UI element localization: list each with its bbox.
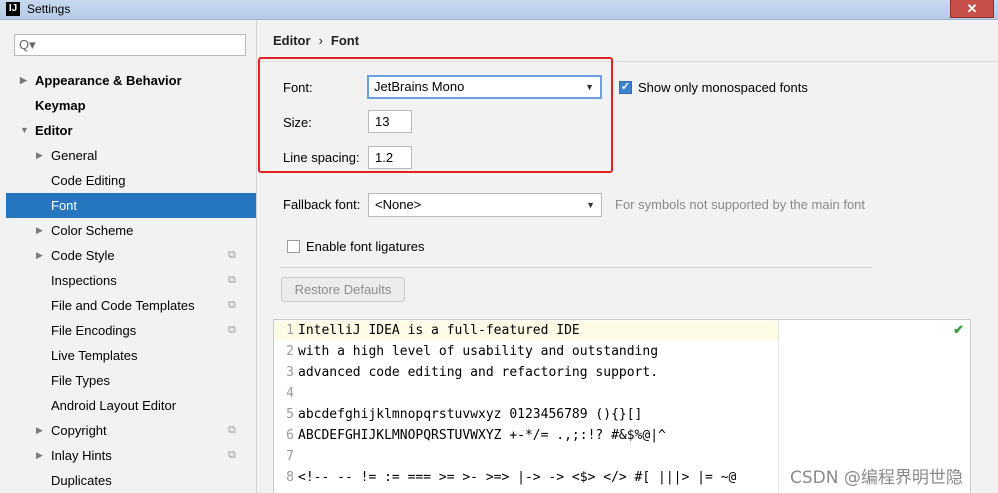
font-combobox-value: JetBrains Mono: [374, 79, 465, 94]
chevron-right-icon[interactable]: ▶: [36, 443, 43, 468]
window-titlebar: IJ Settings ✕: [0, 0, 998, 20]
chevron-right-icon[interactable]: ▶: [36, 418, 43, 443]
font-ligatures-checkbox[interactable]: [287, 240, 300, 253]
sidebar-item-label: File and Code Templates: [51, 298, 195, 313]
chevron-right-icon[interactable]: ▶: [36, 243, 43, 268]
line-number: 3: [286, 365, 294, 380]
settings-tree: ▶ Appearance & Behavior Keymap ▼ Editor ▶ Gene…: [6, 68, 256, 493]
fallback-font-value: <None>: [375, 197, 422, 212]
line-number: 8: [286, 470, 294, 485]
sidebar-item-file-encodings[interactable]: File Encodings ⧉: [6, 318, 256, 343]
preview-line-text: advanced code editing and refactoring su…: [298, 365, 659, 380]
sidebar-item-appearance-behavior[interactable]: ▶ Appearance & Behavior: [6, 68, 256, 93]
sidebar-item-font[interactable]: Font: [6, 193, 256, 218]
settings-search-box[interactable]: Q▾: [14, 34, 246, 56]
sidebar-item-label: Copyright: [51, 423, 107, 438]
section-divider: [280, 267, 872, 268]
sidebar-item-code-editing[interactable]: Code Editing: [6, 168, 256, 193]
sidebar-item-label: Android Layout Editor: [51, 398, 177, 413]
breadcrumb-current: Font: [330, 33, 360, 48]
sidebar-item-label: Live Templates: [51, 348, 138, 363]
sidebar-item-inspections[interactable]: Inspections ⧉: [6, 268, 256, 293]
line-number: 1: [286, 323, 294, 338]
sidebar-item-file-and-code-templates[interactable]: File and Code Templates ⧉: [6, 293, 256, 318]
sidebar-item-android-layout-editor[interactable]: Android Layout Editor: [6, 393, 256, 418]
breadcrumb-separator-icon: ›: [318, 33, 323, 48]
close-button[interactable]: ✕: [950, 0, 994, 18]
size-label: Size:: [283, 115, 312, 130]
size-input[interactable]: 13: [368, 110, 412, 133]
project-scope-icon: ⧉: [228, 274, 236, 286]
line-number: 5: [286, 407, 294, 422]
line-spacing-label: Line spacing:: [283, 150, 360, 165]
restore-defaults-button[interactable]: Restore Defaults: [281, 277, 405, 302]
font-combobox[interactable]: JetBrains Mono ▼: [367, 75, 602, 99]
preview-line-text: abcdefghijklmnopqrstuvwxyz 0123456789 ()…: [298, 407, 643, 422]
sidebar-item-label: Appearance & Behavior: [35, 73, 182, 88]
sidebar-item-label: Duplicates: [51, 473, 112, 488]
intellij-app-icon: IJ: [6, 2, 20, 16]
font-ligatures-label: Enable font ligatures: [306, 239, 425, 254]
sidebar-item-label: File Encodings: [51, 323, 137, 338]
checkmark-icon: ✔: [953, 322, 964, 337]
line-number: 2: [286, 344, 294, 359]
line-number: 7: [286, 449, 294, 464]
fallback-font-hint: For symbols not supported by the main fo…: [615, 197, 866, 212]
chevron-down-icon: ▼: [585, 82, 594, 92]
fallback-font-combobox[interactable]: <None> ▼: [368, 193, 602, 217]
sidebar-item-label: General: [51, 148, 98, 163]
sidebar-item-code-style[interactable]: ▶ Code Style ⧉: [6, 243, 256, 268]
window-title: Settings: [27, 2, 71, 16]
sidebar-item-label: Editor: [35, 123, 73, 138]
font-label: Font:: [283, 80, 313, 95]
csdn-watermark: CSDN @编程界明世隐: [790, 468, 963, 488]
project-scope-icon: ⧉: [228, 324, 236, 336]
sidebar-item-label: Code Style: [51, 248, 115, 263]
preview-line-text: ABCDEFGHIJKLMNOPQRSTUVWXYZ +-*/= .,;:!? …: [298, 428, 666, 443]
sidebar-item-label: Font: [51, 198, 78, 213]
sidebar-item-copyright[interactable]: ▶ Copyright ⧉: [6, 418, 256, 443]
line-spacing-input[interactable]: 1.2: [368, 146, 412, 169]
project-scope-icon: ⧉: [228, 249, 236, 261]
sidebar-item-color-scheme[interactable]: ▶ Color Scheme: [6, 218, 256, 243]
sidebar-item-general[interactable]: ▶ General: [6, 143, 256, 168]
project-scope-icon: ⧉: [228, 449, 236, 461]
chevron-right-icon[interactable]: ▶: [36, 143, 43, 168]
sidebar-item-inlay-hints[interactable]: ▶ Inlay Hints ⧉: [6, 443, 256, 468]
sidebar-item-editor[interactable]: ▼ Editor: [6, 118, 256, 143]
sidebar-item-label: Inlay Hints: [51, 448, 112, 463]
line-number: 6: [286, 428, 294, 443]
breadcrumb: Editor › Font: [273, 33, 359, 48]
sidebar-item-label: File Types: [51, 373, 111, 388]
right-margin-guide: [778, 320, 779, 493]
sidebar-item-label: Keymap: [35, 98, 86, 113]
settings-content: Editor › Font Font: JetBrains Mono ▼ ✓ Sho…: [257, 20, 998, 493]
search-icon: Q▾: [19, 37, 36, 52]
fallback-font-label: Fallback font:: [283, 197, 361, 212]
line-number: 4: [286, 386, 294, 401]
project-scope-icon: ⧉: [228, 299, 236, 311]
show-monospaced-checkbox[interactable]: ✓: [619, 81, 632, 94]
sidebar-item-live-templates[interactable]: Live Templates: [6, 343, 256, 368]
settings-search-input[interactable]: [37, 36, 245, 56]
chevron-down-icon[interactable]: ▼: [20, 118, 29, 143]
preview-line-text: with a high level of usability and outst…: [298, 344, 659, 359]
chevron-right-icon[interactable]: ▶: [36, 218, 43, 243]
chevron-right-icon[interactable]: ▶: [20, 68, 27, 93]
sidebar-item-keymap[interactable]: Keymap: [6, 93, 256, 118]
sidebar-item-label: Color Scheme: [51, 223, 134, 238]
settings-sidebar: Q▾ ▶ Appearance & Behavior Keymap ▼ Editor ▶ G…: [6, 20, 257, 493]
sidebar-item-file-types[interactable]: File Types: [6, 368, 256, 393]
chevron-down-icon: ▼: [586, 200, 595, 210]
preview-line-text: IntelliJ IDEA is a full-featured IDE: [298, 323, 580, 338]
project-scope-icon: ⧉: [228, 424, 236, 436]
sidebar-item-label: Code Editing: [51, 173, 126, 188]
breadcrumb-parent[interactable]: Editor: [273, 33, 311, 48]
preview-line-text: <!-- -- != := === >= >- >=> |-> -> <$> <…: [298, 470, 737, 485]
sidebar-item-duplicates[interactable]: Duplicates: [6, 468, 256, 493]
show-monospaced-label: Show only monospaced fonts: [638, 80, 808, 95]
sidebar-item-label: Inspections: [51, 273, 117, 288]
